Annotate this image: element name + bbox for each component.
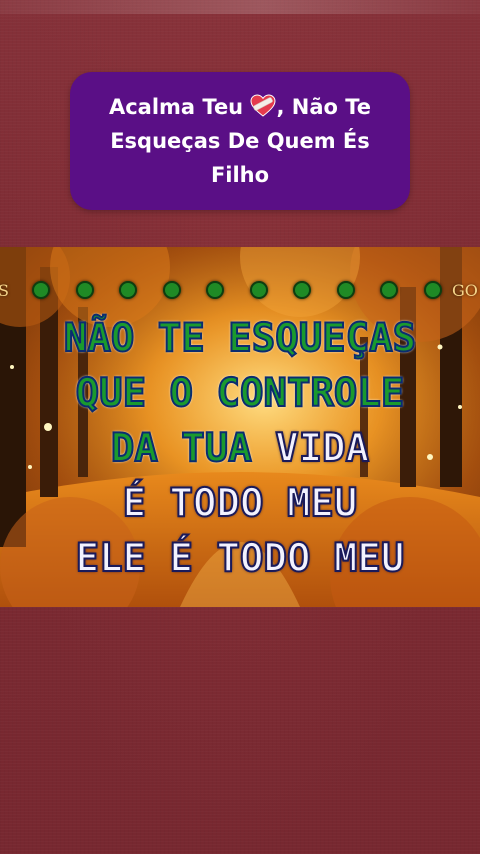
right-edge-text: GO	[452, 281, 478, 300]
progress-dot	[423, 281, 442, 299]
lyric-line-2: QUE O CONTROLE	[0, 366, 480, 421]
progress-dot	[119, 281, 138, 299]
lyric-unsung-part: É TODO MEU	[122, 480, 359, 527]
top-edge-texture	[0, 0, 480, 14]
caption-text-start: Acalma Teu	[108, 95, 251, 119]
lyric-sung-part: DA TUA	[110, 425, 276, 472]
progress-dot	[162, 281, 181, 299]
bandaged-heart-icon	[250, 94, 276, 118]
lyric-unsung-part: ELE É TODO MEU	[75, 535, 406, 582]
caption-box: Acalma Teu , Não Te Esqueças De Quem És …	[70, 72, 410, 210]
lyric-line-3: DA TUA VIDA	[0, 421, 480, 476]
progress-dot	[75, 281, 94, 299]
lyric-line-1: NÃO TE ESQUEÇAS	[0, 311, 480, 366]
caption-text: Acalma Teu , Não Te Esqueças De Quem És …	[90, 90, 390, 192]
progress-dot	[380, 281, 399, 299]
left-edge-text: S	[0, 281, 9, 300]
progress-dot	[336, 281, 355, 299]
progress-dot	[293, 281, 312, 299]
video-page: Acalma Teu , Não Te Esqueças De Quem És …	[0, 0, 480, 854]
lyric-line-5: ELE É TODO MEU	[0, 531, 480, 586]
karaoke-progress-dots	[32, 281, 442, 299]
lyric-sung-part: NÃO TE ESQUEÇAS	[63, 315, 417, 362]
lyric-sung-part: QUE O CONTROLE	[75, 370, 406, 417]
progress-dot	[249, 281, 268, 299]
lyric-unsung-part: VIDA	[274, 425, 370, 472]
karaoke-lyrics: NÃO TE ESQUEÇAS QUE O CONTROLE DA TUA VI…	[0, 311, 480, 586]
progress-dot	[32, 281, 50, 299]
video-frame: S GO NÃO TE ESQUEÇAS QUE O CONTROLE DA T…	[0, 247, 480, 607]
lyric-line-4: É TODO MEU	[0, 476, 480, 531]
progress-dot	[206, 281, 225, 299]
